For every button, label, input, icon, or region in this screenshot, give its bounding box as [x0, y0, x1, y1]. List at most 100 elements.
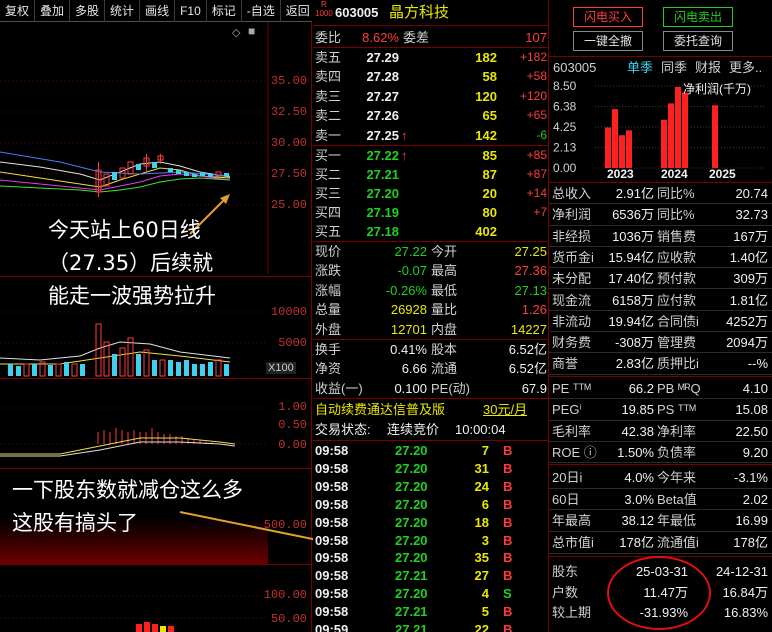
- ask-label: 卖五: [315, 50, 342, 65]
- ask-volume: 65: [482, 108, 497, 124]
- toolbar-f10[interactable]: F10: [175, 0, 207, 22]
- fin-bar: [682, 92, 688, 168]
- fin-label: 合同债i: [657, 313, 699, 329]
- bid-volume: 402: [475, 224, 497, 239]
- fin-label: 负债率: [657, 444, 697, 460]
- tick-row: 09:58 27.21 5 B: [313, 603, 549, 621]
- toolbar-multi-stock[interactable]: 多股: [70, 0, 106, 22]
- bid-change: +7: [533, 205, 547, 219]
- stat-row: 涨跌 -0.07 最高 27.36: [313, 261, 549, 280]
- fin-label: 20日i: [552, 470, 583, 485]
- bid-volume: 85: [482, 148, 497, 163]
- toolbar-back[interactable]: 返回: [281, 0, 316, 22]
- ask-price: 27.27: [366, 88, 399, 104]
- fin-label: 预付款: [657, 271, 697, 287]
- ask-volume: 58: [482, 69, 497, 85]
- stat-label: 量比: [431, 302, 458, 318]
- fin-row: 年最高 38.12 年最低 16.99: [549, 510, 772, 533]
- bid-level-row[interactable]: 买五 27.18 402: [313, 222, 549, 241]
- order-query-button[interactable]: 委托查询: [663, 31, 733, 51]
- tick-side: S: [503, 586, 512, 602]
- fin-value: 19.94亿: [608, 313, 654, 329]
- toolbar-draw-line[interactable]: 画线: [140, 0, 176, 22]
- tick-side: B: [503, 496, 513, 512]
- tick-time: 09:59: [315, 622, 349, 632]
- fin-row: PEGⁱ 19.85 PS ᵀᵀᴹ 15.08: [549, 399, 772, 421]
- fin-tick: 0.00: [553, 161, 577, 175]
- bid-level-row[interactable]: 买三 27.20 20 +14: [313, 184, 549, 203]
- fin-label: 应收款: [657, 249, 697, 265]
- tick-side: B: [503, 568, 513, 584]
- stat-label: PE(动): [431, 380, 471, 396]
- fin-value: -3.1%: [734, 470, 768, 485]
- fin-bar: [661, 119, 667, 168]
- stat-label: 最低: [431, 282, 458, 298]
- ask-price: 27.26: [366, 108, 399, 124]
- flash-buy-button[interactable]: 闪电买入: [573, 7, 643, 27]
- fin-value: 178亿: [619, 535, 654, 551]
- stat-label: 股本: [431, 342, 458, 357]
- stat-value: 27.13: [514, 282, 547, 298]
- tick-row: 09:58 27.20 7 B: [313, 442, 549, 460]
- ask-level-row[interactable]: 卖一 27.25 ↑ 142 -6: [313, 126, 549, 145]
- kline-chart-panel[interactable]: ◇ ■ 35.00 32.50 30.00 27.50 25.00 今天站上60…: [0, 22, 613, 632]
- bid-price: 27.20: [366, 186, 399, 201]
- bid-price: 27.19: [366, 205, 399, 220]
- fin-value: 1.40亿: [729, 249, 768, 265]
- fin-value: 3.0%: [624, 491, 654, 507]
- ask-level-row[interactable]: 卖四 27.28 58 +58: [313, 67, 549, 86]
- fin-row: 财务费 -308万 管理费 2094万: [549, 332, 772, 354]
- fin-bar: [605, 127, 611, 168]
- order-ratio-row: 委比 8.62% 委差 107: [315, 30, 547, 45]
- tick-time: 09:58: [315, 478, 349, 494]
- toolbar-overlay[interactable]: 叠加: [35, 0, 71, 22]
- toolbar-statistics[interactable]: 统计: [105, 0, 141, 22]
- annotation-arrow: [179, 511, 613, 601]
- bid-level-row[interactable]: 买一 27.22 ↑ 85 +85: [313, 146, 549, 165]
- fin-label: PB ᴹᴿQ: [657, 381, 701, 396]
- fin-value: 1036万: [612, 228, 654, 244]
- bid-level-row[interactable]: 买二 27.21 87 +87: [313, 165, 549, 184]
- tick-volume: 6: [481, 496, 489, 512]
- stat-label: 最高: [431, 263, 458, 279]
- ask-level-row[interactable]: 卖五 27.29 182 +182: [313, 48, 549, 67]
- ask-level-row[interactable]: 卖二 27.26 65 +65: [313, 106, 549, 125]
- flash-sell-button[interactable]: 闪电卖出: [663, 7, 733, 27]
- tick-price: 27.21: [395, 622, 428, 632]
- fin-value: 2.02: [742, 491, 768, 507]
- toolbar-mark[interactable]: 标记: [207, 0, 242, 22]
- toolbar-watchlist[interactable]: -自选: [242, 0, 281, 22]
- tab-report[interactable]: 财报: [695, 58, 721, 77]
- tab-more[interactable]: 更多..: [729, 58, 762, 77]
- fin-row: ROE ⓘ 1.50% 负债率 9.20: [549, 442, 772, 464]
- fin-value: 38.12: [621, 513, 654, 529]
- tab-same-quarter[interactable]: 同季: [661, 58, 687, 77]
- margin-badge: R 1000: [315, 0, 333, 18]
- bid-price: 27.18: [366, 224, 399, 239]
- tick-volume: 31: [474, 460, 489, 476]
- toolbar-restore-right[interactable]: 复权: [0, 0, 36, 22]
- tick-row: 09:58 27.20 35 B: [313, 549, 549, 567]
- tick-row: 09:58 27.20 6 B: [313, 496, 549, 514]
- tick-price: 27.20: [395, 532, 428, 548]
- subscription-ad[interactable]: 自动续费通达信普及版 30元/月: [313, 400, 549, 419]
- tab-quarter[interactable]: 单季: [627, 58, 653, 77]
- fin-value: 15.94亿: [608, 249, 654, 265]
- fin-row: 未分配 17.40亿 预付款 309万: [549, 268, 772, 290]
- fin-row: 现金流 6158万 应付款 1.81亿: [549, 290, 772, 311]
- cancel-all-button[interactable]: 一键全撤: [573, 31, 643, 51]
- tick-row: 09:58 27.20 4 S: [313, 585, 549, 603]
- tick-time: 09:58: [315, 604, 349, 620]
- tick-side: B: [503, 460, 513, 476]
- fin-code: 603005: [553, 60, 597, 75]
- ask-level-row[interactable]: 卖三 27.27 120 +120: [313, 87, 549, 106]
- stat-value: 27.25: [514, 244, 547, 259]
- fundamentals-panel: 闪电买入 闪电卖出 一键全撤 委托查询 603005 单季 同季 财报 更多..…: [549, 0, 772, 632]
- fin-value: 4.0%: [624, 470, 654, 485]
- bid-level-row[interactable]: 买四 27.19 80 +7: [313, 203, 549, 222]
- chart-toolbar: 复权 叠加 多股 统计 画线 F10 标记 -自选 返回: [0, 0, 316, 22]
- fin-row: 净利润 6536万 同比% 32.73: [549, 204, 772, 226]
- stat-value: 27.22: [394, 244, 427, 259]
- fin-label: PE ᵀᵀᴹ: [552, 381, 591, 396]
- fin-value: 178亿: [733, 535, 768, 551]
